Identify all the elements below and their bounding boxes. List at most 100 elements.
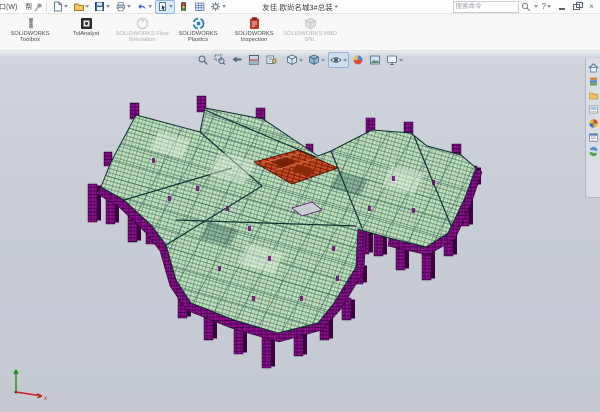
titlebar-right: ? × <box>453 1 596 13</box>
headsup-view-toolbar <box>195 52 405 68</box>
forum-icon <box>588 146 599 157</box>
open-button[interactable] <box>71 0 91 14</box>
help-button[interactable]: ? <box>542 2 551 11</box>
search-icon[interactable] <box>521 2 531 12</box>
display-style-icon <box>308 54 320 66</box>
menu-help[interactable]: 帮助(H) <box>25 2 32 12</box>
task-pane-bar <box>585 58 600 198</box>
flow-simulation-icon <box>135 16 150 31</box>
addin-tolanalyst[interactable]: TolAnalyst <box>58 15 114 37</box>
titlebar: 窗口(W) 帮助(H) <box>0 0 600 14</box>
open-icon <box>73 1 84 12</box>
toolbox-icon <box>23 16 38 31</box>
annotation-views-icon <box>265 54 277 66</box>
toolbar-divider <box>46 2 47 12</box>
dropdown-arrow-icon <box>169 5 173 8</box>
section-view-button[interactable] <box>246 52 262 68</box>
zoom-to-fit-button[interactable] <box>195 52 211 68</box>
addins-toolbar: SOLIDWORKS Toolbox TolAnalyst SOLIDWORKS… <box>0 14 600 50</box>
plastics-icon <box>191 16 206 31</box>
design-library-button[interactable] <box>587 75 599 87</box>
view-palette-button[interactable] <box>587 103 599 115</box>
appearances-ball-icon <box>588 118 599 129</box>
annotation-views-button[interactable] <box>263 52 279 68</box>
addin-label: TolAnalyst <box>59 31 113 37</box>
dropdown-arrow-icon <box>299 59 303 62</box>
addin-plastics[interactable]: SOLIDWORKS Plastics <box>170 15 226 43</box>
addin-flow-simulation[interactable]: SOLIDWORKS Flow Simulation <box>114 15 170 43</box>
dropdown-arrow-icon <box>343 59 347 62</box>
undo-button[interactable] <box>134 0 154 14</box>
view-orientation-button[interactable] <box>284 52 305 68</box>
addin-label: SOLIDWORKS Plastics <box>171 31 225 43</box>
addin-label: SOLIDWORKS MBD SNL <box>283 31 337 43</box>
dropdown-arrow-icon <box>547 5 551 8</box>
display-style-button[interactable] <box>306 52 327 68</box>
save-icon <box>94 1 105 12</box>
pin-icon[interactable] <box>32 1 43 12</box>
y-axis <box>14 370 18 392</box>
file-explorer-button[interactable] <box>587 89 599 101</box>
rebuild-icon <box>178 1 189 12</box>
search-input[interactable] <box>453 1 519 13</box>
folder-icon <box>588 90 599 101</box>
inspection-icon <box>247 16 262 31</box>
restore-icon <box>573 4 580 10</box>
addin-label: SOLIDWORKS Inspection <box>227 31 281 43</box>
x-axis-label: x <box>44 396 47 402</box>
design-library-icon <box>588 76 599 87</box>
undo-icon <box>136 1 147 12</box>
dropdown-arrow-icon <box>222 5 226 8</box>
hide-show-items-button[interactable] <box>328 52 349 68</box>
minimize-button[interactable] <box>557 2 566 11</box>
solidworks-resources-button[interactable] <box>587 61 599 73</box>
dropdown-arrow-icon <box>399 59 403 62</box>
solidworks-forum-button[interactable] <box>587 145 599 157</box>
restore-button[interactable] <box>572 2 581 11</box>
options-button[interactable] <box>208 0 228 14</box>
previous-view-button[interactable] <box>229 52 245 68</box>
minimize-icon <box>559 8 565 10</box>
graphics-area[interactable]: x <box>0 58 600 412</box>
addin-solidworks-toolbox[interactable]: SOLIDWORKS Toolbox <box>2 15 58 43</box>
quick-access-toolbar <box>50 0 228 14</box>
addin-inspection[interactable]: SOLIDWORKS Inspection <box>226 15 282 43</box>
rebuild-button[interactable] <box>176 0 191 14</box>
apply-scene-button[interactable] <box>367 52 383 68</box>
eye-icon <box>330 54 342 66</box>
zoom-to-fit-icon <box>197 54 209 66</box>
mbd-snl-icon <box>303 16 318 31</box>
appearances-scenes-button[interactable] <box>587 117 599 129</box>
dropdown-arrow-icon <box>85 5 89 8</box>
dropdown-arrow-icon <box>127 5 131 8</box>
print-button[interactable] <box>113 0 133 14</box>
document-title: 友佳.欧尚名城3#总装 * <box>262 2 337 13</box>
file-properties-button[interactable] <box>192 0 207 14</box>
solidworks-window: 窗口(W) 帮助(H) <box>0 0 600 412</box>
new-button[interactable] <box>50 0 70 14</box>
3d-model-canvas[interactable] <box>0 58 600 412</box>
window-controls: × <box>557 2 596 11</box>
close-button[interactable]: × <box>587 2 596 11</box>
edit-appearance-button[interactable] <box>350 52 366 68</box>
addin-label: SOLIDWORKS Flow Simulation <box>115 31 169 43</box>
tolanalyst-icon <box>79 16 94 31</box>
new-icon <box>52 1 63 12</box>
view-settings-button[interactable] <box>384 52 405 68</box>
save-button[interactable] <box>92 0 112 14</box>
dropdown-arrow-icon <box>64 5 68 8</box>
select-icon <box>157 1 168 12</box>
options-gear-icon <box>210 1 221 12</box>
dropdown-arrow-icon[interactable] <box>534 5 538 8</box>
view-palette-icon <box>588 104 599 115</box>
custom-properties-button[interactable] <box>587 131 599 143</box>
previous-view-icon <box>231 54 243 66</box>
addin-mbd-snl[interactable]: SOLIDWORKS MBD SNL <box>282 15 338 43</box>
menu-window[interactable]: 窗口(W) <box>0 2 17 12</box>
select-button[interactable] <box>155 0 175 14</box>
print-icon <box>115 1 126 12</box>
command-search <box>453 1 538 13</box>
zoom-to-area-button[interactable] <box>212 52 228 68</box>
section-view-icon <box>248 54 260 66</box>
custom-properties-icon <box>588 132 599 143</box>
